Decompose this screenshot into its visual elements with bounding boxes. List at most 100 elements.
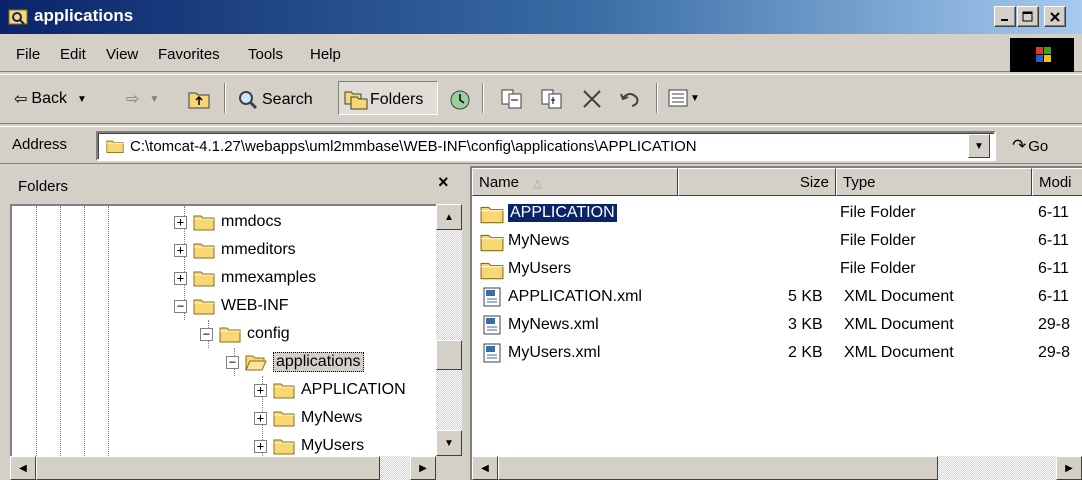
file-type: XML Document	[844, 288, 954, 305]
minimize-button[interactable]	[994, 6, 1016, 27]
expand-icon[interactable]: +	[254, 411, 267, 425]
menu-favorites[interactable]: Favorites	[158, 46, 220, 63]
file-row[interactable]: MyNews File Folder 6-11	[472, 228, 1082, 256]
folder-icon	[193, 243, 215, 259]
tree-item-application[interactable]: + APPLICATION	[254, 376, 406, 404]
expand-icon[interactable]: +	[254, 439, 267, 453]
scroll-down-button[interactable]: ▼	[436, 430, 462, 456]
file-name: MyNews	[508, 232, 570, 249]
tree-item-label: APPLICATION	[301, 381, 406, 398]
collapse-icon[interactable]: −	[226, 355, 239, 369]
arrow-up-icon: ▲	[444, 211, 454, 223]
column-header-name[interactable]: Name △	[472, 168, 678, 196]
expand-icon[interactable]: +	[174, 271, 187, 285]
close-icon[interactable]: ×	[438, 172, 449, 193]
file-modified: 6-11	[1038, 204, 1069, 221]
move-to-icon[interactable]	[500, 88, 524, 110]
back-button[interactable]: ⇦ Back ▼	[14, 89, 87, 109]
scroll-thumb[interactable]	[36, 456, 380, 480]
scroll-left-button[interactable]: ◀	[472, 456, 498, 480]
folder-tree[interactable]: + mmdocs + mmeditors + mmexamples − WEB-…	[10, 204, 436, 456]
tree-item-mynews[interactable]: + MyNews	[254, 404, 362, 432]
address-dropdown-button[interactable]: ▼	[968, 134, 990, 158]
folders-horizontal-scrollbar[interactable]: ◀ ▶	[10, 456, 436, 480]
arrow-right-icon: ▶	[1065, 462, 1073, 474]
toolbar-separator	[482, 83, 484, 113]
menu-view[interactable]: View	[106, 46, 138, 63]
file-row[interactable]: APPLICATION.xml 5 KB XML Document 6-11	[472, 284, 1082, 312]
file-type: File Folder	[840, 260, 916, 277]
column-header-modified[interactable]: Modi	[1032, 168, 1082, 196]
file-row[interactable]: MyNews.xml 3 KB XML Document 29-8	[472, 312, 1082, 340]
undo-icon[interactable]	[618, 88, 642, 110]
address-input[interactable]: C:\tomcat-4.1.27\webapps\uml2mmbase\WEB-…	[96, 131, 996, 161]
tree-item-applications[interactable]: − applications	[226, 348, 364, 376]
up-folder-icon[interactable]	[188, 89, 210, 109]
tree-item-myusers[interactable]: + MyUsers	[254, 432, 364, 456]
forward-button[interactable]: ⇨ ▼	[126, 89, 159, 109]
windows-logo-icon	[1010, 38, 1074, 72]
maximize-icon	[1022, 11, 1033, 21]
xml-document-icon	[483, 315, 501, 335]
go-button[interactable]: ↷ Go	[1012, 136, 1048, 156]
files-horizontal-scrollbar[interactable]: ◀ ▶	[472, 456, 1082, 480]
scroll-thumb[interactable]	[436, 340, 462, 370]
column-name-label: Name	[479, 174, 520, 191]
folder-icon	[480, 234, 504, 252]
menu-file[interactable]: File	[16, 46, 40, 63]
menu-bar: File Edit View Favorites Tools Help	[0, 36, 1082, 72]
search-label: Search	[262, 91, 313, 108]
column-header-size[interactable]: Size	[678, 168, 836, 196]
arrow-right-icon: ▶	[419, 462, 427, 474]
folders-button[interactable]: Folders	[344, 89, 423, 111]
folder-icon	[480, 262, 504, 280]
tree-item-config[interactable]: − config	[200, 320, 290, 348]
scroll-left-button[interactable]: ◀	[10, 456, 36, 480]
scroll-right-button[interactable]: ▶	[410, 456, 436, 480]
menu-help[interactable]: Help	[310, 46, 341, 63]
history-icon[interactable]	[448, 88, 472, 112]
tree-item-web-inf[interactable]: − WEB-INF	[174, 292, 289, 320]
search-button[interactable]: Search	[236, 89, 313, 111]
collapse-icon[interactable]: −	[200, 327, 213, 341]
folders-vertical-scrollbar[interactable]: ▲ ▼	[436, 204, 462, 456]
expand-icon[interactable]: +	[174, 243, 187, 257]
title-bar[interactable]: applications	[0, 0, 1082, 34]
address-bar: Address C:\tomcat-4.1.27\webapps\uml2mmb…	[0, 126, 1082, 164]
column-header-type[interactable]: Type	[836, 168, 1032, 196]
expand-icon[interactable]: +	[174, 215, 187, 229]
forward-arrow-icon: ⇨	[126, 91, 140, 108]
tree-guide-line	[84, 206, 85, 456]
file-row[interactable]: APPLICATION File Folder 6-11	[472, 200, 1082, 228]
file-modified: 6-11	[1038, 232, 1069, 249]
menu-edit[interactable]: Edit	[60, 46, 86, 63]
arrow-left-icon: ◀	[481, 462, 489, 474]
tree-item-mmeditors[interactable]: + mmeditors	[174, 236, 296, 264]
back-arrow-icon: ⇦	[14, 91, 28, 108]
back-dropdown-icon[interactable]: ▼	[77, 94, 87, 105]
copy-to-icon[interactable]	[540, 88, 564, 110]
maximize-button[interactable]	[1017, 6, 1039, 27]
views-button[interactable]: ▼	[668, 88, 700, 108]
expand-icon[interactable]: +	[254, 383, 267, 397]
tree-item-mmdocs[interactable]: + mmdocs	[174, 208, 281, 236]
chevron-down-icon: ▼	[974, 140, 984, 152]
tree-item-label: mmeditors	[221, 241, 296, 258]
scroll-up-button[interactable]: ▲	[436, 204, 462, 230]
folder-icon	[273, 383, 295, 399]
scroll-thumb[interactable]	[498, 456, 938, 480]
file-row[interactable]: MyUsers File Folder 6-11	[472, 256, 1082, 284]
xml-document-icon	[483, 343, 501, 363]
scroll-right-button[interactable]: ▶	[1056, 456, 1082, 480]
tree-guide-line	[60, 206, 61, 456]
folders-pane-header: Folders ×	[10, 170, 465, 200]
menu-tools[interactable]: Tools	[248, 46, 283, 63]
file-row[interactable]: MyUsers.xml 2 KB XML Document 29-8	[472, 340, 1082, 368]
collapse-icon[interactable]: −	[174, 299, 187, 313]
close-button[interactable]	[1044, 6, 1066, 27]
tree-item-mmexamples[interactable]: + mmexamples	[174, 264, 316, 292]
file-modified: 6-11	[1038, 260, 1069, 277]
file-list-pane[interactable]: Name △ Size Type Modi APPLICATION File F…	[470, 166, 1082, 480]
delete-icon[interactable]	[580, 88, 604, 110]
tree-item-label: MyNews	[301, 409, 363, 426]
